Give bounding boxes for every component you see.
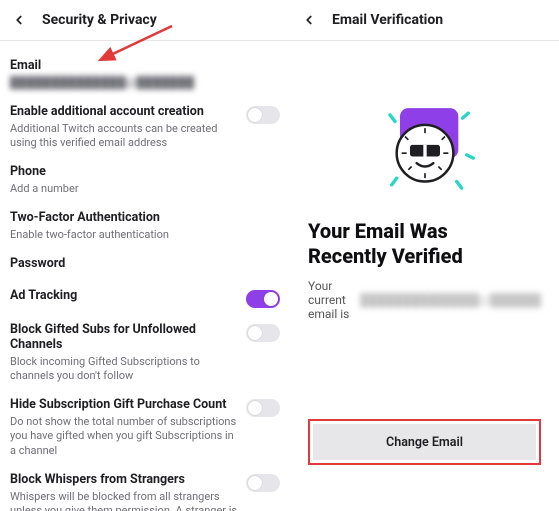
block-gifted-subs-row: Block Gifted Subs for Unfollowed Channel… (10, 315, 280, 391)
block-whispers-toggle[interactable] (246, 474, 280, 492)
row-title: Two-Factor Authentication (10, 210, 280, 226)
current-email-label: Your current email is (308, 279, 356, 321)
phone-row[interactable]: Phone Add a number (10, 157, 280, 203)
back-icon[interactable] (300, 11, 318, 29)
ad-tracking-toggle[interactable] (246, 290, 280, 308)
enable-additional-account-row: Enable additional account creation Addit… (10, 97, 280, 157)
verification-heading: Your Email Was Recently Verified (308, 219, 541, 269)
row-title: Enable additional account creation (10, 104, 238, 120)
current-email-masked: ██████████████@██████ (360, 293, 541, 307)
email-value-masked: ██████████████@███████ (10, 76, 280, 90)
row-title: Email (10, 58, 280, 74)
row-subtitle: Enable two-factor authentication (10, 228, 280, 242)
verified-email-illustration-icon (375, 101, 475, 197)
left-header: Security & Privacy (0, 0, 290, 41)
row-title: Password (10, 256, 280, 272)
row-subtitle: Whispers will be blocked from all strang… (10, 490, 238, 511)
row-subtitle: Do not show the total number of subscrip… (10, 415, 238, 458)
block-whispers-row: Block Whispers from Strangers Whispers w… (10, 465, 280, 511)
security-privacy-screen: Security & Privacy Email ██████████████@… (0, 0, 290, 511)
heading-line2: Recently Verified (308, 244, 541, 269)
hide-gift-count-row: Hide Subscription Gift Purchase Count Do… (10, 390, 280, 465)
row-title: Block Whispers from Strangers (10, 472, 238, 488)
change-email-highlight: Change Email (308, 419, 541, 465)
row-subtitle: Add a number (10, 182, 280, 196)
settings-list: Email ██████████████@███████ Enable addi… (0, 41, 290, 511)
enable-additional-account-toggle[interactable] (246, 106, 280, 124)
email-row[interactable]: Email ██████████████@███████ (10, 51, 280, 97)
right-header: Email Verification (290, 0, 559, 41)
email-verification-screen: Email Verification (290, 0, 559, 511)
page-title: Security & Privacy (42, 12, 157, 28)
row-title: Block Gifted Subs for Unfollowed Channel… (10, 322, 238, 353)
current-email-line: Your current email is ██████████████@███… (308, 279, 541, 321)
row-subtitle: Additional Twitch accounts can be create… (10, 122, 238, 151)
block-gifted-subs-toggle[interactable] (246, 324, 280, 342)
back-icon[interactable] (10, 11, 28, 29)
row-title: Hide Subscription Gift Purchase Count (10, 397, 238, 413)
password-row[interactable]: Password (10, 249, 280, 281)
hide-gift-count-toggle[interactable] (246, 399, 280, 417)
row-title: Phone (10, 164, 280, 180)
page-title: Email Verification (332, 12, 443, 28)
row-title: Ad Tracking (10, 288, 238, 304)
row-subtitle: Block incoming Gifted Subscriptions to c… (10, 355, 238, 384)
ad-tracking-row: Ad Tracking (10, 281, 280, 315)
heading-line1: Your Email Was (308, 219, 541, 244)
two-factor-row[interactable]: Two-Factor Authentication Enable two-fac… (10, 203, 280, 249)
change-email-button[interactable]: Change Email (313, 424, 536, 460)
